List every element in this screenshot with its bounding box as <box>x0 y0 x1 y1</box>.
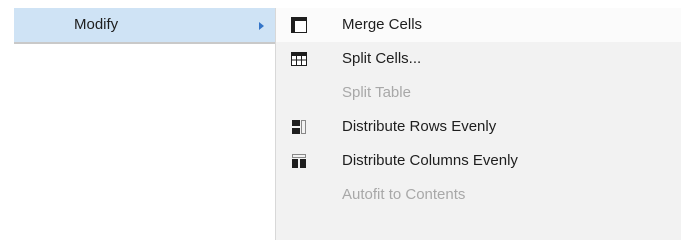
menu-item-label: Autofit to Contents <box>342 186 466 203</box>
menu-item-split-cells[interactable]: Split Cells... <box>276 42 681 76</box>
parent-context-menu: Modify <box>0 0 275 240</box>
menu-item-label: Merge Cells <box>342 16 423 33</box>
chevron-right-icon <box>259 22 264 30</box>
distribute-columns-icon <box>292 154 306 168</box>
modify-submenu: Merge Cells Split Cells... Split Table D… <box>275 8 681 240</box>
distribute-rows-icon <box>292 120 306 134</box>
menu-item-label: Split Cells... <box>342 50 422 67</box>
merge-cells-icon <box>291 17 307 33</box>
menu-item-distribute-columns[interactable]: Distribute Columns Evenly <box>276 144 681 178</box>
menu-divider <box>14 42 275 44</box>
menu-item-split-table[interactable]: Split Table <box>276 76 681 110</box>
menu-item-label: Distribute Columns Evenly <box>342 152 518 169</box>
menu-item-modify[interactable]: Modify <box>14 8 275 42</box>
split-cells-icon <box>291 52 307 66</box>
menu-item-distribute-rows[interactable]: Distribute Rows Evenly <box>276 110 681 144</box>
menu-item-label: Distribute Rows Evenly <box>342 118 497 135</box>
menu-item-modify-label: Modify <box>74 16 119 33</box>
menu-item-autofit[interactable]: Autofit to Contents <box>276 178 681 212</box>
menu-item-merge-cells[interactable]: Merge Cells <box>276 8 681 42</box>
menu-item-label: Split Table <box>342 84 411 101</box>
